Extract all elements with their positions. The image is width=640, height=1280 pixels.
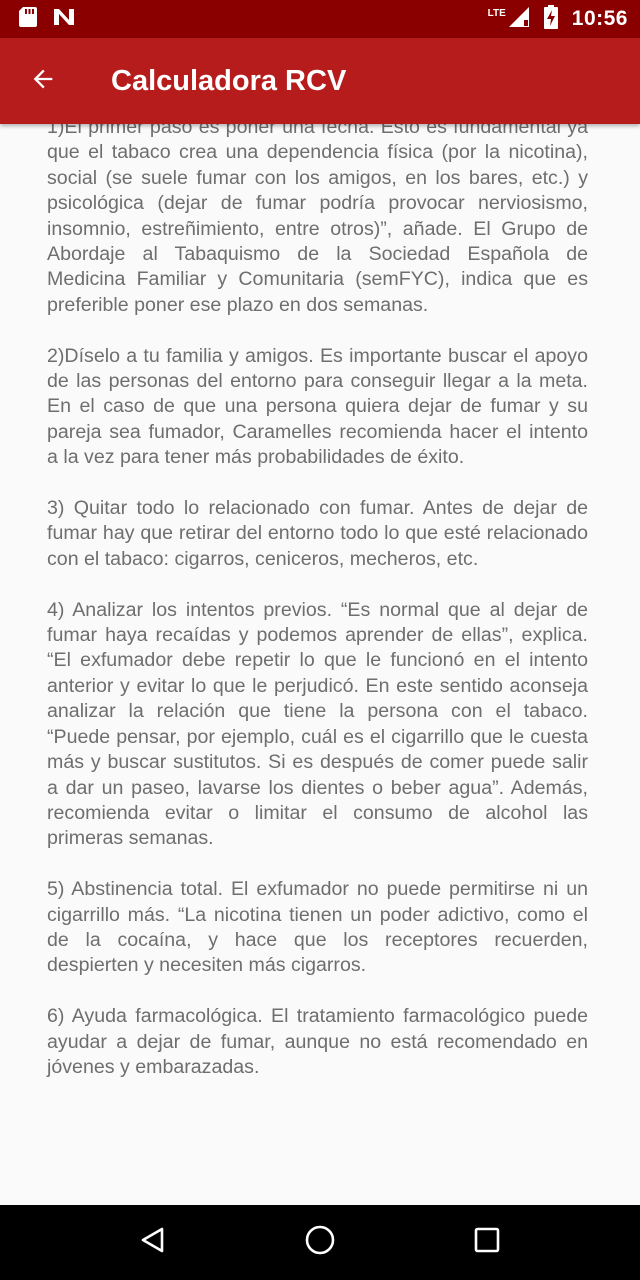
article-paragraph-2: 2)Díselo a tu familia y amigos. Es impor… <box>47 344 588 469</box>
article-paragraph-5: 5) Abstinencia total. El exfumador no pu… <box>47 878 588 977</box>
nav-home-icon <box>304 1224 336 1261</box>
article-paragraph-6: 6) Ayuda farmacológica. El tratamiento f… <box>47 1005 588 1078</box>
nav-recents-button[interactable] <box>457 1213 517 1273</box>
status-time: 10:56 <box>571 7 628 30</box>
back-button[interactable] <box>13 51 73 111</box>
nav-back-button[interactable] <box>123 1213 183 1273</box>
n-notification-icon <box>52 7 76 32</box>
page-title: Calculadora RCV <box>111 64 347 97</box>
signal-icon <box>508 6 530 33</box>
nav-back-icon <box>138 1225 168 1260</box>
app-bar: Calculadora RCV <box>0 38 640 124</box>
nav-home-button[interactable] <box>290 1213 350 1273</box>
article-body: 1)El primer paso es poner una fecha. Est… <box>47 124 588 1106</box>
network-type-label: LTE <box>487 7 506 19</box>
sd-card-icon <box>18 6 38 33</box>
nav-recents-icon <box>473 1226 501 1259</box>
article-paragraph-4: 4) Analizar los intentos previos. “Es no… <box>47 598 588 850</box>
back-arrow-icon <box>29 65 57 98</box>
article-paragraph-1: 1)El primer paso es poner una fecha. Est… <box>47 124 588 316</box>
battery-charging-icon <box>543 4 558 34</box>
article-paragraph-3: 3) Quitar todo lo relacionado con fumar.… <box>47 497 588 570</box>
status-bar-left <box>18 6 76 33</box>
status-bar: LTE 10:56 <box>0 0 640 38</box>
navigation-bar <box>0 1205 640 1280</box>
status-bar-right: LTE 10:56 <box>487 4 628 34</box>
article-scroll-view[interactable]: 1)El primer paso es poner una fecha. Est… <box>0 124 640 1205</box>
